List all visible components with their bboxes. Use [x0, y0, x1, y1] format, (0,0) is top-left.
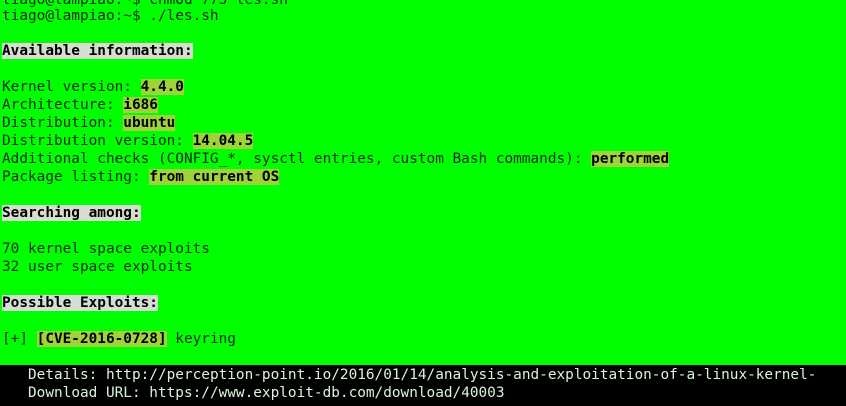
exploit-marker: [+] [2, 331, 37, 347]
command-line: tiago@lampiao:~$ ./les.sh [2, 7, 219, 25]
package-listing-label: Package listing: [2, 169, 150, 185]
exploit-cve-id: [CVE-2016-0728] [36, 331, 167, 347]
package-listing-value: from current OS [149, 169, 280, 185]
exploit-download-url: Download URL: https://www.exploit-db.com… [28, 385, 505, 401]
kernel-exploits-count: 70 kernel space exploits [2, 241, 210, 257]
additional-checks-value: performed [591, 151, 670, 167]
architecture-line: Architecture: i686 [2, 96, 158, 114]
distribution-version-label: Distribution version: [2, 133, 193, 149]
available-information-label: Available information: [2, 43, 193, 59]
terminal-window[interactable]: tiago@lampiao:~$ chmod 775 les.sh tiago@… [0, 0, 846, 406]
command-text: ./les.sh [140, 8, 219, 24]
searching-among-heading: Searching among: [2, 204, 141, 222]
kernel-version-label: Kernel version: [2, 79, 141, 95]
distribution-version-line: Distribution version: 14.04.5 [2, 132, 254, 150]
distribution-label: Distribution: [2, 115, 124, 131]
additional-checks-line: Additional checks (CONFIG_*, sysctl entr… [2, 150, 670, 168]
exploit-details-line: Details: http://perception-point.io/2016… [28, 367, 817, 383]
possible-exploits-heading: Possible Exploits: [2, 294, 158, 312]
possible-exploits-label: Possible Exploits: [2, 295, 158, 311]
architecture-value: i686 [123, 97, 158, 113]
available-information-heading: Available information: [2, 42, 193, 60]
package-listing-line: Package listing: from current OS [2, 168, 280, 186]
kernel-version-value: 4.4.0 [140, 79, 184, 95]
exploit-name: keyring [166, 331, 236, 347]
distribution-version-value: 14.04.5 [192, 133, 254, 149]
kernel-version-line: Kernel version: 4.4.0 [2, 78, 184, 96]
shell-prompt: tiago@lampiao:~$ [2, 8, 141, 24]
distribution-value: ubuntu [123, 115, 176, 131]
distribution-line: Distribution: ubuntu [2, 114, 176, 132]
exploit-entry: [+] [CVE-2016-0728] keyring [2, 330, 236, 348]
user-exploits-count: 32 user space exploits [2, 259, 193, 275]
architecture-label: Architecture: [2, 97, 124, 113]
searching-among-label: Searching among: [2, 205, 141, 221]
additional-checks-label: Additional checks (CONFIG_*, sysctl entr… [2, 151, 592, 167]
